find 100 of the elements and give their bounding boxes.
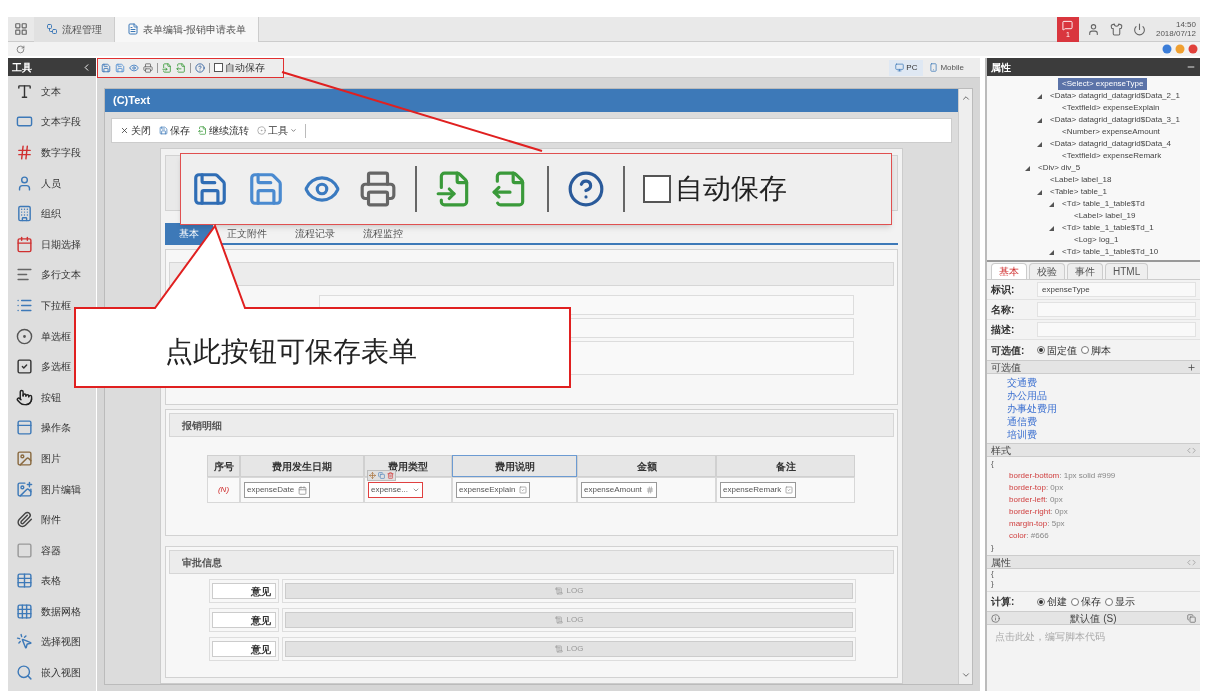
toolbox-item[interactable]: 多选框 xyxy=(8,351,96,382)
add-icon[interactable] xyxy=(1187,362,1196,372)
delete-icon[interactable] xyxy=(387,472,394,479)
toolbox-item[interactable]: 文本字段 xyxy=(8,106,96,138)
tree-item[interactable]: <Data> datagrid_datagrid$Data_2_1 xyxy=(1046,90,1184,102)
input-field[interactable]: expenseRemark xyxy=(720,482,797,498)
option-link[interactable]: 交通费 xyxy=(1007,376,1200,389)
view-toggle[interactable]: PC xyxy=(889,59,924,76)
toolbox-item[interactable]: 多行文本 xyxy=(8,259,96,291)
property-tab[interactable]: 基本 xyxy=(991,263,1027,279)
option-link[interactable]: 办公用品 xyxy=(1007,389,1200,402)
property-tab[interactable]: 事件 xyxy=(1067,263,1103,279)
code-icon[interactable] xyxy=(1187,445,1196,455)
action-button[interactable]: 关闭 xyxy=(120,123,151,138)
top-tab[interactable]: 表单编辑-报销申请表单 xyxy=(115,16,260,42)
tree-item[interactable]: <Select> expenseType xyxy=(1058,78,1148,90)
printer-icon[interactable] xyxy=(143,62,153,73)
toolbox-item[interactable]: 容器 xyxy=(8,534,96,566)
letter-t-icon xyxy=(16,82,33,100)
property-tab[interactable]: HTML xyxy=(1105,263,1149,279)
property-tab[interactable]: 校验 xyxy=(1029,263,1065,279)
toolbox-item[interactable]: 日期选择 xyxy=(8,228,96,260)
search-icon xyxy=(16,664,33,682)
radio-option[interactable]: 显示 xyxy=(1105,594,1135,609)
tree-item[interactable]: <Number> expenseAmount xyxy=(1058,126,1164,138)
form-tab[interactable]: 流程记录 xyxy=(281,223,349,243)
toolbox-item[interactable]: 组织 xyxy=(8,198,96,229)
form-tab[interactable]: 流程监控 xyxy=(349,223,417,243)
top-tab[interactable]: 流程管理 xyxy=(34,16,115,42)
toolbox-item[interactable]: 数字字段 xyxy=(8,137,96,168)
action-button[interactable]: 保存 xyxy=(159,123,190,138)
clock-date: 2018/07/12 xyxy=(1155,29,1196,38)
brace: } xyxy=(991,579,995,589)
action-button[interactable]: 继续流转 xyxy=(198,123,249,138)
radio-option[interactable]: 固定值 xyxy=(1037,342,1077,358)
toolbox-item[interactable]: 人员 xyxy=(8,167,96,199)
option-link[interactable]: 通信费 xyxy=(1007,415,1200,428)
select-field[interactable]: expense... xyxy=(368,482,423,498)
tree-item[interactable]: <Textfield> expenseExplain xyxy=(1058,102,1164,114)
tree-item[interactable]: <Td> table_1_table$Td_1 xyxy=(1058,222,1158,234)
tree-item[interactable]: <Div> div_5 xyxy=(1034,162,1085,174)
toolbox-item[interactable]: 表格 xyxy=(8,565,96,597)
window-icon[interactable] xyxy=(1187,613,1196,623)
user-icon[interactable] xyxy=(1086,22,1100,36)
tree-item[interactable]: <Table> table_1 xyxy=(1046,186,1111,198)
tree-item[interactable]: <Td> table_1_table$Td xyxy=(1058,198,1149,210)
section-title: 可选值 xyxy=(991,360,1021,375)
printer-icon[interactable] xyxy=(359,170,397,208)
auto-save-checkbox[interactable]: 自动保存 xyxy=(214,60,265,75)
move-icon[interactable] xyxy=(369,472,376,479)
tree-item[interactable]: <Textfield> expenseRemark xyxy=(1058,150,1166,162)
toolbox-item[interactable]: 图片 xyxy=(8,443,96,474)
tree-item[interactable]: <Data> datagrid_datagrid$Data_3_1 xyxy=(1046,114,1184,126)
eye-icon[interactable] xyxy=(129,62,139,73)
column-header: 费用发生日期 xyxy=(240,455,364,477)
action-button[interactable]: 工具 xyxy=(257,123,297,138)
toolbox-item[interactable]: 下拉框 xyxy=(8,290,96,321)
input-field[interactable]: expenseExplain xyxy=(456,482,531,498)
toolbox-item[interactable]: 选择视图 xyxy=(8,626,96,658)
toolbox-item[interactable]: 附件 xyxy=(8,504,96,535)
tree-item[interactable]: <Data> datagrid_datagrid$Data_4 xyxy=(1046,138,1175,150)
input-field[interactable]: expenseType xyxy=(1037,282,1196,297)
form-tab[interactable]: 正文附件 xyxy=(213,223,281,243)
input-field[interactable]: expenseAmount xyxy=(581,482,657,498)
tree-item[interactable]: <Td> table_1_table$Td_10 xyxy=(1058,246,1163,258)
window-dots-icon[interactable] xyxy=(1162,44,1200,54)
tree-item[interactable]: <Label> label_19 xyxy=(1070,210,1140,222)
properties-title: 属性 xyxy=(991,60,1011,75)
help-icon[interactable] xyxy=(567,170,605,208)
option-link[interactable]: 培训费 xyxy=(1007,428,1200,441)
code-icon[interactable] xyxy=(1187,557,1196,567)
flowchart-icon xyxy=(46,23,58,35)
input-field[interactable]: expenseDate xyxy=(244,482,311,498)
grid-icon[interactable] xyxy=(14,22,28,36)
shirt-icon[interactable] xyxy=(1109,22,1123,36)
help-icon[interactable] xyxy=(195,62,205,73)
toolbox-item[interactable]: 操作条 xyxy=(8,412,96,444)
toolbox-item[interactable]: 按钮 xyxy=(8,381,96,413)
toolbox-item[interactable]: 图片编辑 xyxy=(8,473,96,505)
tree-item[interactable]: <Log> log_1 xyxy=(1070,234,1123,246)
scroll-down-icon[interactable] xyxy=(960,670,971,680)
tree-item[interactable]: <Label> label_18 xyxy=(1046,174,1116,186)
radio-option[interactable]: 创建 xyxy=(1037,594,1067,609)
import-arrow-icon[interactable] xyxy=(162,62,172,73)
toolbox-item[interactable]: 数据网格 xyxy=(8,596,96,627)
refresh-icon[interactable] xyxy=(16,44,25,54)
opinion-label: 意见 xyxy=(212,583,276,599)
toolbox-item[interactable]: 文本 xyxy=(8,76,96,107)
copy-icon[interactable] xyxy=(378,472,385,479)
toolbox-item[interactable]: 嵌入视图 xyxy=(8,657,96,688)
auto-save-checkbox[interactable]: 自动保存 xyxy=(643,168,787,210)
toolbox-item[interactable]: 单选框 xyxy=(8,320,96,352)
export-arrow-icon[interactable] xyxy=(176,62,186,73)
view-toggle[interactable]: Mobile xyxy=(923,59,970,76)
radio-option[interactable]: 保存 xyxy=(1071,594,1101,609)
radio-option[interactable]: 脚本 xyxy=(1081,342,1111,358)
option-link[interactable]: 办事处费用 xyxy=(1007,402,1200,415)
field-label: 描述: xyxy=(991,323,1016,337)
power-icon[interactable] xyxy=(1132,22,1146,36)
scroll-up-icon[interactable] xyxy=(960,93,971,103)
